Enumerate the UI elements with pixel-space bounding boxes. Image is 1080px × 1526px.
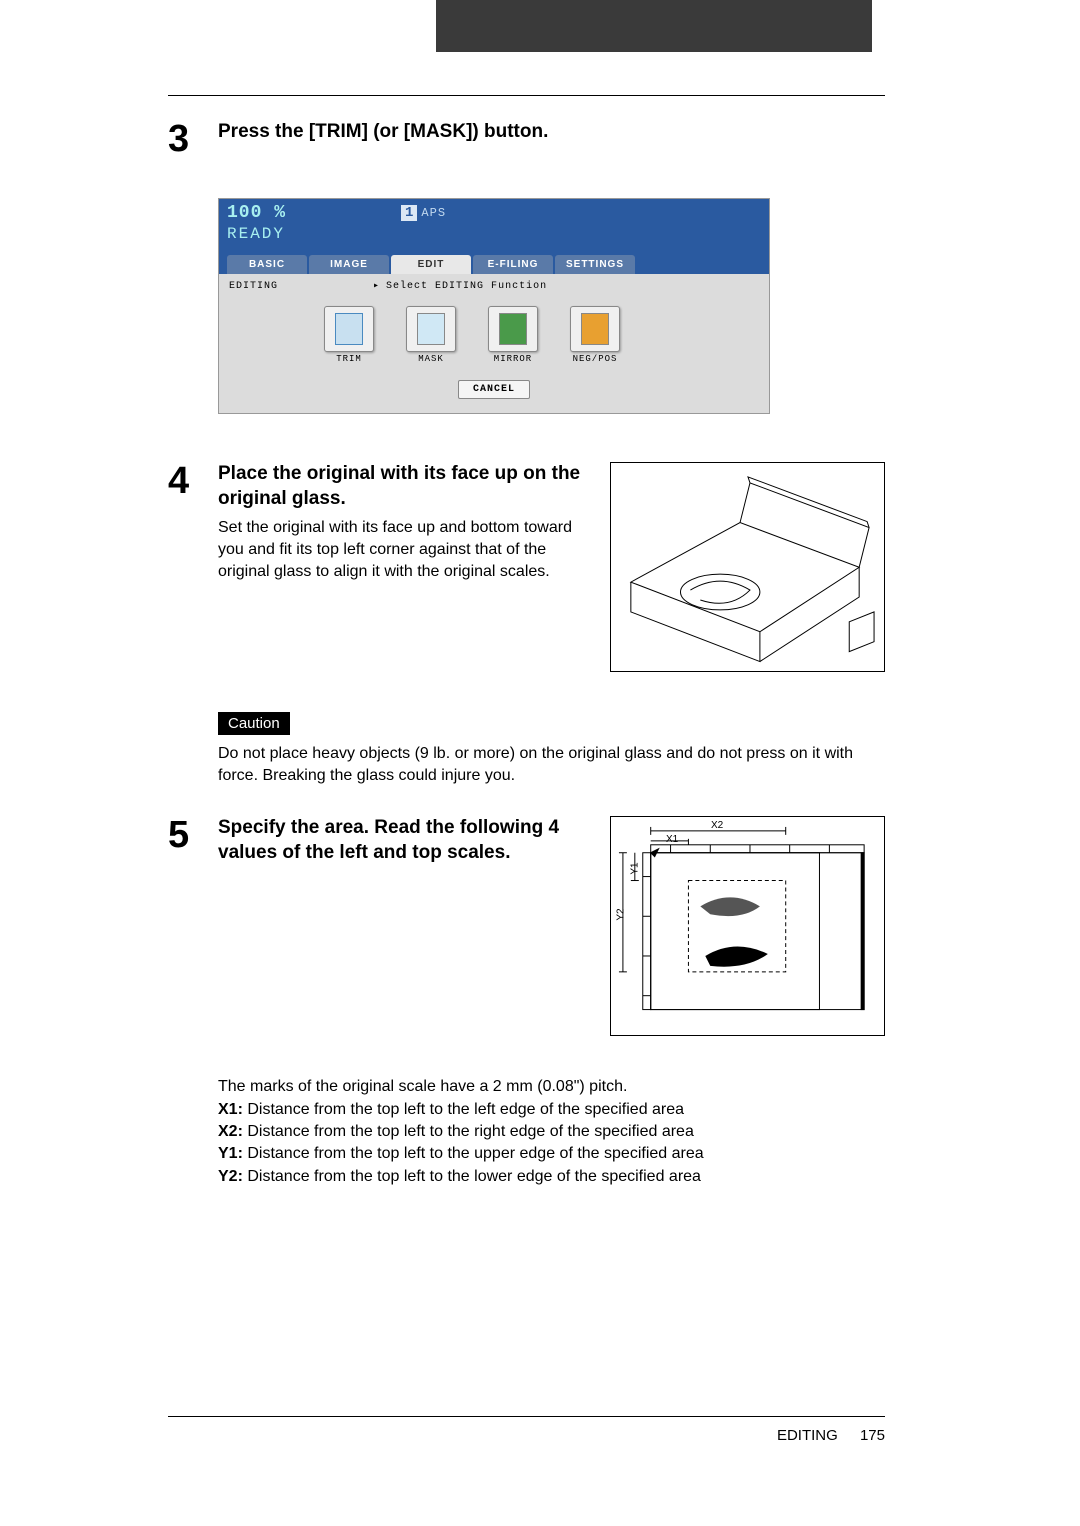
- mask-button[interactable]: MASK: [396, 306, 466, 364]
- step-number: 4: [168, 462, 208, 672]
- copy-count: 1: [401, 205, 417, 221]
- copier-touchscreen: 100 % 1 APS READY BASIC IMAGE EDIT E-FIL…: [218, 198, 770, 414]
- tab-settings[interactable]: SETTINGS: [555, 255, 635, 274]
- x2-def-label: X2:: [218, 1123, 243, 1140]
- page-footer: EDITING 175: [168, 1416, 885, 1444]
- tab-basic[interactable]: BASIC: [227, 255, 307, 274]
- tab-edit[interactable]: EDIT: [391, 255, 471, 274]
- ready-status: READY: [227, 225, 761, 243]
- mask-label: MASK: [396, 354, 466, 364]
- step-5: 5 Specify the area. Read the following 4…: [168, 816, 885, 1036]
- mirror-label: MIRROR: [478, 354, 548, 364]
- step-number: 5: [168, 816, 208, 1036]
- x1-def: Distance from the top left to the left e…: [243, 1101, 684, 1118]
- copier-glass-illustration: [610, 462, 885, 672]
- step-4-body: Set the original with its face up and bo…: [218, 517, 590, 582]
- mirror-icon: [488, 306, 538, 352]
- step-5-description: The marks of the original scale have a 2…: [218, 1076, 885, 1188]
- y2-def: Distance from the top left to the lower …: [243, 1168, 701, 1185]
- step-4-heading: Place the original with its face up on t…: [218, 462, 590, 511]
- footer-page-number: 175: [860, 1427, 885, 1444]
- step-3-heading: Press the [TRIM] (or [MASK]) button.: [218, 120, 885, 145]
- step-4: 4 Place the original with its face up on…: [168, 462, 885, 672]
- zoom-percent: 100 %: [227, 203, 286, 223]
- y2-label: Y2: [616, 909, 627, 921]
- status-bar: 100 % 1 APS READY: [219, 199, 769, 249]
- caution-block: Caution Do not place heavy objects (9 lb…: [168, 712, 885, 786]
- scale-diagram-svg: [611, 817, 884, 1035]
- y1-label: Y1: [630, 863, 641, 875]
- y1-def-label: Y1:: [218, 1145, 243, 1162]
- breadcrumb-hint: Select EDITING Function: [386, 281, 547, 292]
- header-tab-dark: [436, 0, 872, 52]
- step-number: 3: [168, 120, 208, 158]
- footer-section: EDITING: [777, 1427, 838, 1444]
- page-content: 3 Press the [TRIM] (or [MASK]) button. 1…: [168, 95, 885, 1396]
- negpos-icon: [570, 306, 620, 352]
- breadcrumb-section: EDITING: [229, 281, 278, 292]
- trim-button[interactable]: TRIM: [314, 306, 384, 364]
- tab-image[interactable]: IMAGE: [309, 255, 389, 274]
- step-3: 3 Press the [TRIM] (or [MASK]) button.: [168, 120, 885, 158]
- aps-label: APS: [421, 206, 446, 220]
- mask-icon: [406, 306, 456, 352]
- cancel-button[interactable]: CANCEL: [458, 380, 530, 399]
- caution-label: Caution: [218, 712, 290, 735]
- trim-label: TRIM: [314, 354, 384, 364]
- x2-def: Distance from the top left to the right …: [243, 1123, 694, 1140]
- step-5-intro: The marks of the original scale have a 2…: [218, 1076, 885, 1098]
- x2-label: X2: [711, 820, 723, 831]
- step-5-heading: Specify the area. Read the following 4 v…: [218, 816, 590, 865]
- y1-def: Distance from the top left to the upper …: [243, 1145, 704, 1162]
- tab-efiling[interactable]: E-FILING: [473, 255, 553, 274]
- trim-icon: [324, 306, 374, 352]
- x1-def-label: X1:: [218, 1101, 243, 1118]
- caution-text: Do not place heavy objects (9 lb. or mor…: [218, 743, 885, 786]
- negpos-label: NEG/POS: [560, 354, 630, 364]
- y2-def-label: Y2:: [218, 1168, 243, 1185]
- scale-diagram: X2 X1 Y1 Y2: [610, 816, 885, 1036]
- tab-bar: BASIC IMAGE EDIT E-FILING SETTINGS: [219, 249, 769, 274]
- negpos-button[interactable]: NEG/POS: [560, 306, 630, 364]
- mirror-button[interactable]: MIRROR: [478, 306, 548, 364]
- breadcrumb: EDITING ▸ Select EDITING Function: [229, 280, 759, 292]
- x1-label: X1: [666, 834, 678, 845]
- breadcrumb-arrow-icon: ▸: [373, 280, 380, 292]
- copier-line-art-icon: [611, 463, 884, 671]
